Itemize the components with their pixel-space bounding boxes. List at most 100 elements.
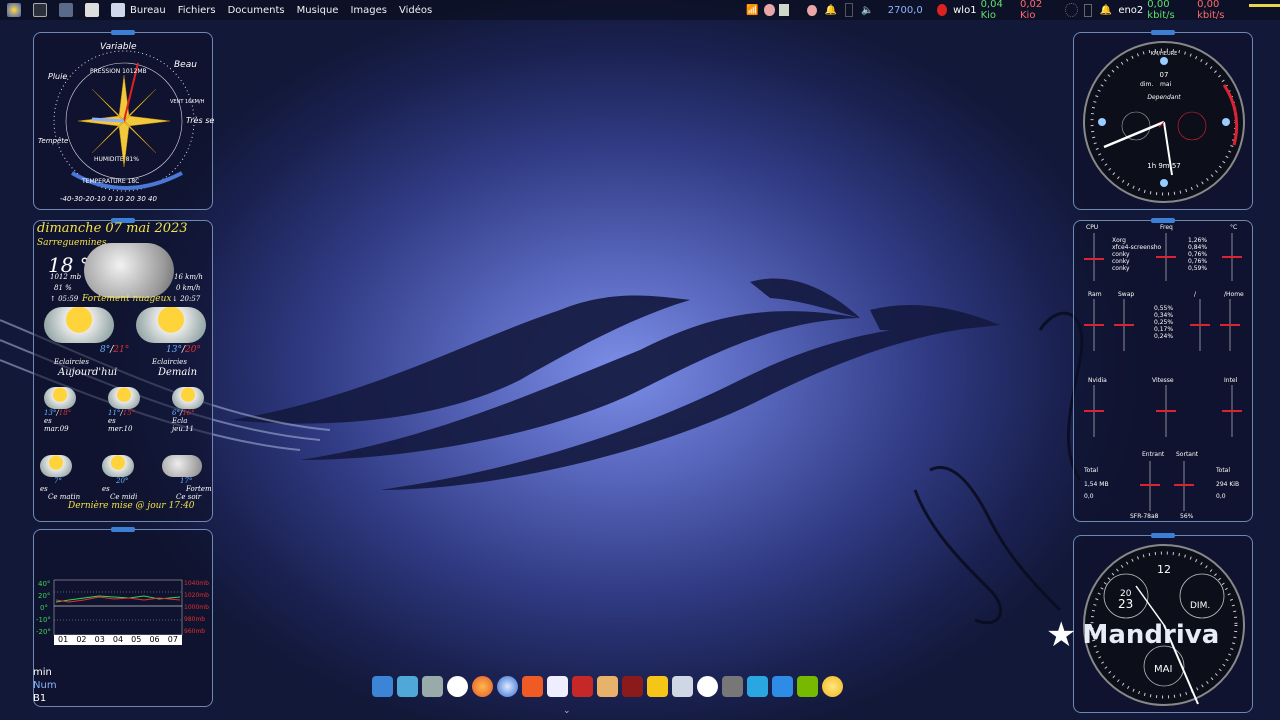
clock2-mai: MAI <box>1154 664 1172 675</box>
sun-cloud-icon <box>172 387 204 409</box>
forecast-high: 18° <box>58 409 72 417</box>
part-label: Ce soir <box>176 493 202 501</box>
forecast-day-1: 13°/18° es mar.09 <box>44 387 84 443</box>
compass-word-variable: Variable <box>100 42 137 52</box>
dock-expand-icon[interactable]: ⌄ <box>563 706 571 716</box>
part-label: Ce midi <box>110 493 138 501</box>
history-graph-panel: 40° 20° 0° -10° -20° 1040mb 1020mb 1000m… <box>33 527 213 707</box>
graph-day: 02 <box>76 635 87 644</box>
tomorrow-low: 13° <box>166 345 182 355</box>
desktop-icon[interactable] <box>397 676 418 697</box>
sun-cloud-icon <box>44 387 76 409</box>
weather-sunset: ↓ 20:57 <box>172 295 201 303</box>
scanner-icon[interactable] <box>722 676 743 697</box>
download-icon[interactable] <box>772 676 793 697</box>
vivaldi-icon[interactable] <box>447 676 468 697</box>
app-dock <box>372 676 843 700</box>
part-temp: 17° <box>180 477 193 485</box>
compass-temperature: TEMPERATURE 18C <box>81 178 139 185</box>
forecast-temps: 6°/16° <box>172 409 195 417</box>
clock-month: mai <box>1160 81 1172 88</box>
antenna-icon[interactable] <box>672 676 693 697</box>
weather-pressure: 1012 mb <box>50 273 82 281</box>
forecast-cond: es <box>108 417 116 425</box>
mandriva-logo: ★ Mandriva <box>1046 618 1219 652</box>
part-evening: 17° Fortem Ce soir <box>162 455 212 501</box>
forecast-day: mar.09 <box>44 425 69 433</box>
panel-tab <box>111 30 135 35</box>
weather-sunrise: ↑ 05:59 <box>50 295 79 303</box>
weather-humidity: 81 % <box>54 284 72 292</box>
compass-humidity: HUMIDITE 81% <box>94 156 139 163</box>
part-label: Ce matin <box>48 493 81 501</box>
archive-icon[interactable] <box>597 676 618 697</box>
compass-gauge: Variable Beau Très sec Pluie Tempête PRE… <box>38 42 219 203</box>
forecast-temps: 13°/18° <box>44 409 72 417</box>
clock-day: dim. <box>1140 81 1153 88</box>
compass-word-tres-sec: Très sec <box>186 115 214 125</box>
sun-icon[interactable] <box>822 676 843 697</box>
forecast-day: mer.10 <box>108 425 133 433</box>
graph-day: 04 <box>112 635 124 644</box>
clock2-dim: DIM. <box>1190 601 1210 611</box>
part-temp: 7° <box>54 477 62 485</box>
thunderbird-icon[interactable] <box>497 676 518 697</box>
clock-panel: KM/HEURE 07 dim. mai Dependant 1h 9m 57 <box>1073 30 1253 210</box>
weather-date: dimanche 07 mai 2023 <box>37 221 188 236</box>
today-low: 8° <box>100 345 111 355</box>
media-m-icon[interactable] <box>647 676 668 697</box>
clock-kmh: KM/HEURE <box>1151 51 1178 57</box>
today-temps: 8°/21° <box>100 345 130 355</box>
graph-day: 06 <box>149 635 160 644</box>
firefox-icon[interactable] <box>472 676 493 697</box>
window-list-icon[interactable] <box>372 676 393 697</box>
part-cond: es <box>40 485 48 493</box>
kbd-num: Num <box>33 680 57 691</box>
clock2-12: 12 <box>1157 563 1171 576</box>
nvidia-icon[interactable] <box>797 676 818 697</box>
tomorrow-label: Demain <box>158 367 198 378</box>
part-temp: 20° <box>116 477 129 485</box>
forecast-cond: es <box>44 417 52 425</box>
forecast-low: 6° <box>172 409 180 417</box>
system-stats-panel: CPU Freq °C Xorg xfce4-screensho conky conk… <box>1073 218 1253 522</box>
tomorrow-condition: Eclaircies <box>152 358 187 366</box>
forecast-cond: Ecla <box>172 417 188 425</box>
today-high: 21° <box>113 345 130 355</box>
sun-cloud-icon <box>102 455 134 477</box>
sun-cloud-icon <box>136 307 206 343</box>
clock-brand: Dependant <box>1147 94 1181 101</box>
clock-date: 07 <box>1160 71 1169 79</box>
gauge-bars <box>1084 233 1242 511</box>
forecast-low: 13° <box>44 409 57 417</box>
monitor-icon[interactable] <box>747 676 768 697</box>
graph-day: 03 <box>94 635 105 644</box>
red-cube-icon[interactable] <box>572 676 593 697</box>
graph-day: 07 <box>167 635 178 644</box>
cloud-icon <box>84 243 174 298</box>
sun-cloud-icon <box>108 387 140 409</box>
cloud-icon <box>162 455 202 477</box>
part-noon: 20° es Ce midi <box>102 455 152 501</box>
a-circle-icon[interactable] <box>697 676 718 697</box>
part-morning: 7° es Ce matin <box>40 455 90 501</box>
game-icon[interactable] <box>622 676 643 697</box>
graph-day: 01 <box>58 635 69 644</box>
part-cond: Fortem <box>186 485 212 493</box>
compass-word-tempete: Tempête <box>38 137 68 145</box>
weather-updated: Dernière mise @ jour 17:40 <box>68 501 195 511</box>
sun-cloud-icon <box>44 307 114 343</box>
weather-wind: 16 km/h <box>174 273 203 281</box>
printer-icon[interactable] <box>422 676 443 697</box>
compass-pressure: PRESSION 1012MB <box>90 68 147 75</box>
tomorrow-temps: 13°/20° <box>166 345 201 355</box>
dice-game-icon[interactable] <box>547 676 568 697</box>
kbd-min: min <box>33 667 52 678</box>
compass-word-beau: Beau <box>174 60 197 70</box>
forecast-high: 16° <box>182 409 195 417</box>
mandriva-star-icon: ★ <box>1046 615 1077 655</box>
forecast-low: 11° <box>108 409 121 417</box>
brave-icon[interactable] <box>522 676 543 697</box>
clock2-23: 23 <box>1118 597 1133 611</box>
forecast-day: jeu.11 <box>172 425 194 433</box>
